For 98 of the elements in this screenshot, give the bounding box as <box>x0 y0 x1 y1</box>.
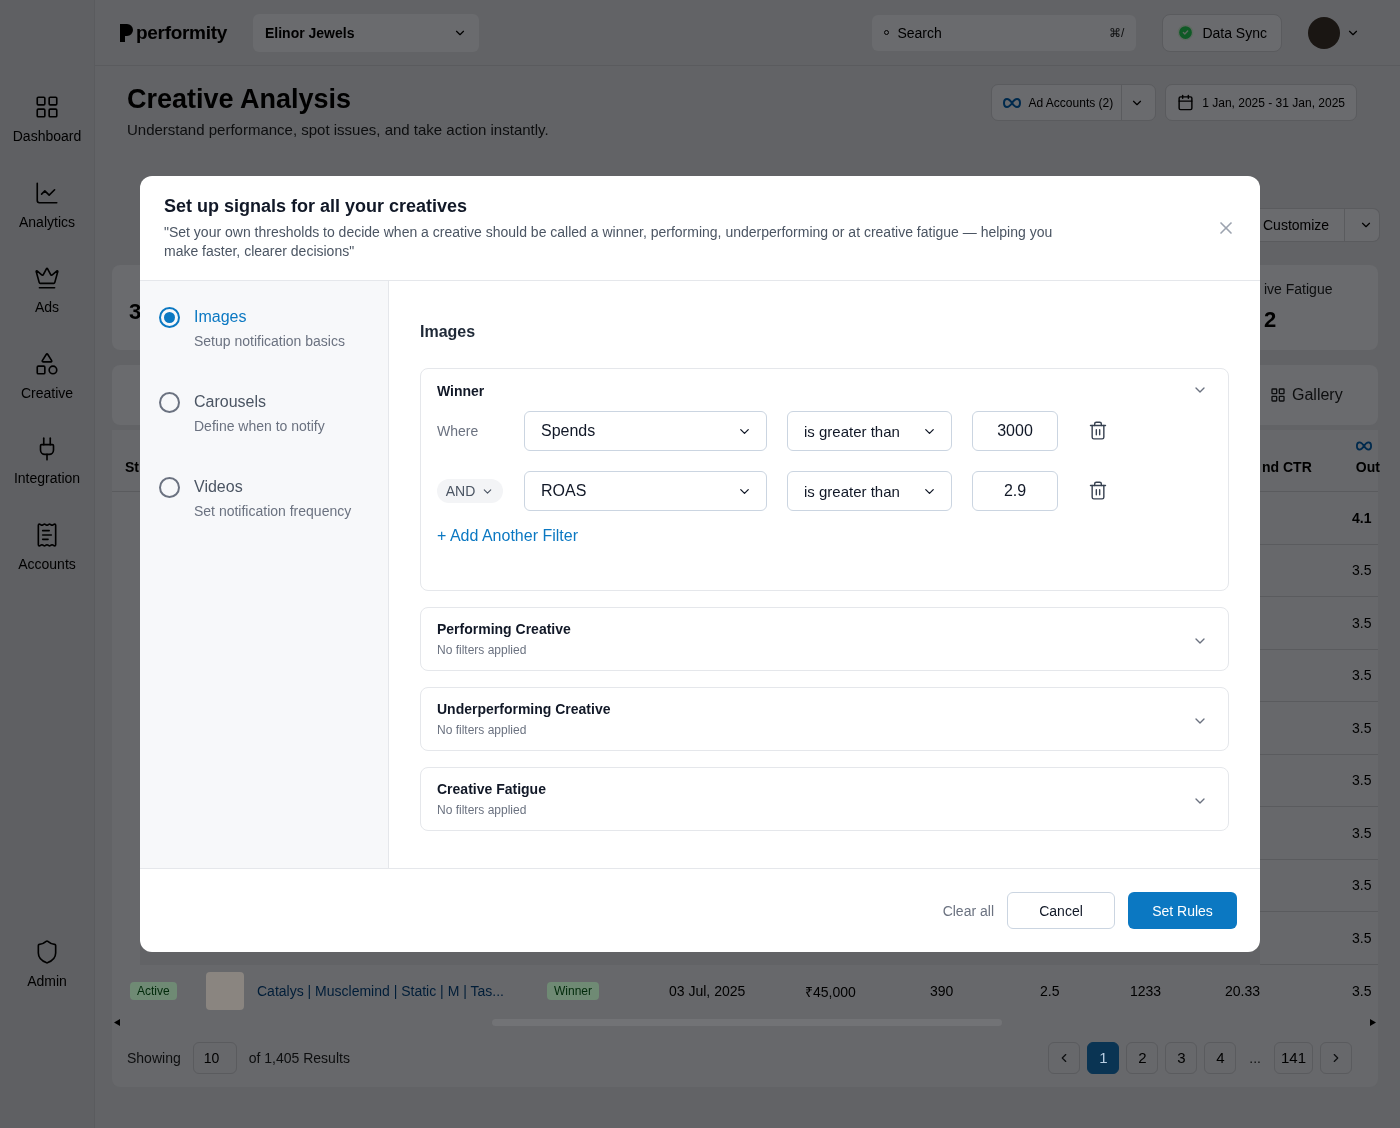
sidebar-item[interactable]: Integration <box>13 436 81 522</box>
cancel-button[interactable]: Cancel <box>1007 892 1115 929</box>
group-summary: No filters applied <box>437 643 528 657</box>
column-header: nd CTR <box>1262 459 1312 475</box>
clear-all-button[interactable]: Clear all <box>942 902 994 919</box>
field-select[interactable]: ROAS <box>524 471 767 511</box>
sidebar-item[interactable]: Admin <box>27 938 67 1024</box>
table-cell-text: ₹45,000 <box>805 982 857 1001</box>
operator-select[interactable]: is greater than <box>787 411 952 451</box>
value-input[interactable]: 2.9 <box>972 471 1058 511</box>
group-summary: No filters applied <box>437 723 528 737</box>
section-title: Images <box>420 323 477 341</box>
date-range-button[interactable]: 1 Jan, 2025 - 31 Jan, 2025 <box>1165 84 1357 121</box>
trash-icon[interactable] <box>1088 480 1108 502</box>
nav-title[interactable]: Videos <box>194 478 352 496</box>
table-cell-text: 390 <box>930 983 955 999</box>
column-header: St <box>125 459 139 475</box>
stat-value: 3 <box>129 299 140 325</box>
page-subtitle: Understand performance, spot issues, and take action instantly. <box>127 121 550 138</box>
ad-accounts-button[interactable]: Ad Accounts (2) <box>990 84 1157 121</box>
showing-label: Showing <box>127 1049 181 1066</box>
sidebar-item[interactable]: Analytics <box>19 179 75 265</box>
sidebar-item[interactable]: Accounts <box>18 521 76 607</box>
logo-icon <box>120 23 133 42</box>
radio-button[interactable] <box>159 477 180 498</box>
radio-button[interactable] <box>159 307 180 328</box>
gallery-tab[interactable]: Gallery <box>1292 386 1343 404</box>
status-badge: Active <box>130 982 177 1000</box>
check-icon <box>1177 24 1195 41</box>
group-title: Performing Creative <box>437 621 571 637</box>
field-select[interactable]: Spends <box>524 411 767 451</box>
table-cell-text: 1233 <box>1130 983 1163 999</box>
calendar-icon <box>1177 94 1195 111</box>
table-cell-text: 3.5 <box>1352 983 1373 999</box>
table-cell: 3.5 <box>1352 562 1372 579</box>
infinity-icon <box>1002 97 1021 108</box>
add-filter-link[interactable]: + Add Another Filter <box>437 527 578 545</box>
account-select[interactable]: Elinor Jewels <box>252 13 479 52</box>
nav-title[interactable]: Images <box>194 308 345 326</box>
connector-select[interactable]: AND <box>437 479 503 503</box>
table-cell-text: 03 Jul, 2025 <box>669 983 747 999</box>
search-field[interactable]: Search ⌘/ <box>872 14 1137 51</box>
sidebar-item[interactable]: Creative <box>20 350 74 436</box>
table-cell: 3.5 <box>1352 614 1372 631</box>
photo-placeholder <box>206 972 244 1010</box>
table-cell: 3.5 <box>1352 719 1372 736</box>
nav-subtitle: Setup notification basics <box>194 333 345 349</box>
customize-button[interactable]: Customize <box>1260 208 1380 242</box>
table-cell-text: 20.33 <box>1225 983 1262 999</box>
table-cell: 3.5 <box>1352 824 1372 841</box>
table-cell: 3.5 <box>1352 667 1372 684</box>
page-button[interactable]: 2 <box>1126 1041 1159 1074</box>
dialog-description: "Set your own thresholds to decide when a creative should be called a winner, performing, underperforming or at creative fatigue — helping you make faster, clearer decisions" <box>164 223 1054 261</box>
value-input[interactable]: 3000 <box>972 411 1058 451</box>
triangle-left-icon[interactable] <box>114 1019 120 1026</box>
page-title: Creative Analysis <box>127 84 353 115</box>
pagination-ellipsis: ... <box>1249 1049 1261 1066</box>
nav-subtitle: Set notification frequency <box>194 503 352 519</box>
stat-label: ive Fatigue <box>1264 281 1334 297</box>
group-summary: No filters applied <box>437 803 528 817</box>
shapes-icon <box>34 350 60 377</box>
stat-value: 2 <box>1264 307 1278 333</box>
group-title: Winner <box>437 383 485 399</box>
column-header: Out <box>1355 459 1380 475</box>
where-label: Where <box>437 423 480 439</box>
sidebar-item[interactable]: Dashboard <box>12 94 82 180</box>
table-cell-text: 2.5 <box>1040 983 1061 999</box>
group-title: Underperforming Creative <box>437 701 611 717</box>
table-cell: 3.5 <box>1352 772 1372 789</box>
triangle-right-icon[interactable] <box>1370 1019 1376 1026</box>
page-button[interactable]: 1 <box>1087 1041 1120 1074</box>
dialog-title: Set up signals for all your creatives <box>164 196 469 217</box>
data-sync-button[interactable]: Data Sync <box>1162 13 1282 52</box>
crown-icon <box>34 265 60 291</box>
brand-logo: performity <box>120 21 227 44</box>
creative-name-link[interactable]: Catalys | Musclemind | Static | M | Tas... <box>257 983 547 999</box>
table-cell: 4.1 <box>1352 509 1372 526</box>
nav-title[interactable]: Carousels <box>194 393 325 411</box>
operator-select[interactable]: is greater than <box>787 471 952 511</box>
results-count: of 1,405 Results <box>248 1049 350 1066</box>
trash-icon[interactable] <box>1088 420 1108 442</box>
page-size-field[interactable]: 10 <box>192 1041 237 1074</box>
radio-button[interactable] <box>159 392 180 413</box>
page-button[interactable]: 3 <box>1165 1041 1198 1074</box>
grid-icon <box>34 94 60 120</box>
avatar[interactable] <box>1308 16 1340 49</box>
toolbar-card <box>112 365 140 425</box>
page-button[interactable]: 141 <box>1273 1041 1313 1074</box>
sidebar-item[interactable]: Ads <box>34 265 60 351</box>
table-cell: 3.5 <box>1352 877 1372 894</box>
tag-badge: Winner <box>547 982 599 1000</box>
page-button[interactable]: 4 <box>1204 1041 1237 1074</box>
group-title: Creative Fatigue <box>437 781 546 797</box>
nav-subtitle: Define when to notify <box>194 418 325 434</box>
infinity-icon <box>1355 441 1372 451</box>
set-rules-button[interactable]: Set Rules <box>1128 892 1237 929</box>
grid-icon <box>1270 387 1286 403</box>
table-cell: 3.5 <box>1352 929 1372 946</box>
